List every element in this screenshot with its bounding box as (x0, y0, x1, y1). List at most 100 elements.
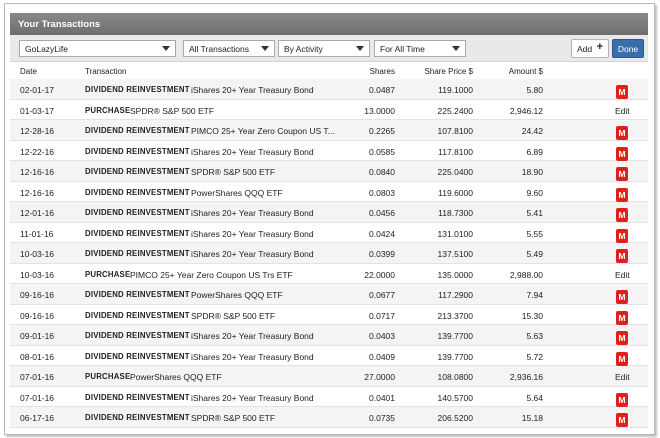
table-row[interactable]: 06-17-16 DIVIDEND REINVESTMENT SPDR® S&P 5… (10, 407, 648, 428)
row-transaction-type: DIVIDEND REINVESTMENT (85, 167, 190, 176)
row-amount: 18.90 (521, 167, 543, 177)
row-amount: 5.64 (526, 392, 543, 403)
row-transaction-type: PURCHASE (85, 372, 131, 381)
table-row[interactable]: 10-03-16 DIVIDEND REINVESTMENT iShares 20+… (10, 243, 648, 264)
transactions-table: Date Transaction Shares Share Price $ Am… (10, 63, 648, 428)
header-share-price: Share Price $ (424, 67, 473, 76)
row-date: 12-28-16 (20, 126, 55, 136)
row-security-name: iShares 20+ Year Treasury Bond (191, 351, 314, 362)
row-shares: 0.0840 (369, 167, 395, 177)
transactions-window: Your Transactions GoLazyLife All Transac… (4, 3, 655, 435)
table-row[interactable]: 02-01-17 DIVIDEND REINVESTMENT iShares 20+… (10, 79, 648, 100)
table-row[interactable]: 07-01-16 PURCHASE PowerShares QQQ ETF 27.00… (10, 366, 648, 387)
row-date: 09-01-16 (20, 331, 55, 341)
row-amount: 5.72 (526, 351, 543, 362)
m-badge-icon[interactable]: M (616, 392, 628, 407)
table-row[interactable]: 12-01-16 DIVIDEND REINVESTMENT iShares 20+… (10, 202, 648, 223)
m-badge-icon[interactable]: M (616, 208, 628, 222)
row-transaction-type: DIVIDEND REINVESTMENT (85, 85, 190, 94)
row-shares: 0.0717 (369, 310, 395, 321)
row-amount: 15.18 (521, 413, 543, 423)
row-shares: 0.2265 (369, 126, 395, 136)
row-date: 10-03-16 (20, 249, 55, 259)
row-security-name: iShares 20+ Year Treasury Bond (191, 228, 314, 239)
m-badge-icon[interactable]: M (616, 413, 628, 427)
row-shares: 0.0401 (369, 392, 395, 403)
row-security-name: iShares 20+ Year Treasury Bond (191, 331, 314, 341)
row-transaction-type: DIVIDEND REINVESTMENT (85, 208, 190, 217)
plus-icon: + (596, 41, 603, 53)
table-row[interactable]: 09-16-16 DIVIDEND REINVESTMENT PowerShares… (10, 284, 648, 305)
table-row[interactable]: 12-28-16 DIVIDEND REINVESTMENT PIMCO 25+ Y… (10, 120, 648, 141)
table-row[interactable]: 01-03-17 PURCHASE SPDR® S&P 500 ETF 13.0000… (10, 100, 648, 120)
header-date: Date (20, 67, 37, 76)
account-select-value: GoLazyLife (25, 44, 68, 54)
row-date: 12-16-16 (20, 187, 55, 198)
table-row[interactable]: 12-22-16 DIVIDEND REINVESTMENT iShares 20+… (10, 141, 648, 161)
table-row[interactable]: 12-16-16 DIVIDEND REINVESTMENT SPDR® S&P 5… (10, 161, 648, 182)
m-badge-icon[interactable]: M (616, 126, 628, 140)
row-transaction-type: DIVIDEND REINVESTMENT (85, 331, 190, 340)
m-badge-icon[interactable]: M (616, 187, 628, 202)
row-share-price: 225.2400 (437, 105, 473, 116)
chevron-down-icon (162, 46, 170, 51)
row-amount: 5.63 (526, 331, 543, 341)
m-badge-icon[interactable]: M (616, 290, 628, 304)
row-amount: 5.41 (526, 208, 543, 218)
row-share-price: 213.3700 (437, 310, 473, 321)
row-amount: 2,946.12 (509, 105, 543, 116)
row-amount: 15.30 (521, 310, 543, 321)
row-security-name: PowerShares QQQ ETF (191, 187, 283, 198)
table-row[interactable]: 10-03-16 PURCHASE PIMCO 25+ Year Zero Coup… (10, 264, 648, 284)
m-badge-icon[interactable]: M (616, 146, 628, 161)
edit-link[interactable]: Edit (615, 270, 630, 280)
row-date: 12-16-16 (20, 167, 55, 177)
table-row[interactable]: 07-01-16 DIVIDEND REINVESTMENT iShares 20+… (10, 387, 648, 407)
m-badge-icon[interactable]: M (616, 228, 628, 243)
row-share-price: 137.5100 (437, 249, 473, 259)
row-share-price: 119.1000 (438, 85, 473, 95)
table-row[interactable]: 09-01-16 DIVIDEND REINVESTMENT iShares 20+… (10, 325, 648, 346)
table-row[interactable]: 09-16-16 DIVIDEND REINVESTMENT SPDR® S&P 5… (10, 305, 648, 325)
add-button[interactable]: Add + (571, 39, 609, 58)
m-badge-icon[interactable]: M (616, 351, 628, 366)
edit-link[interactable]: Edit (615, 372, 630, 382)
transaction-type-select[interactable]: All Transactions (183, 40, 275, 57)
header-transaction: Transaction (85, 67, 127, 76)
table-body: 02-01-17 DIVIDEND REINVESTMENT iShares 20+… (10, 79, 648, 428)
table-row[interactable]: 12-16-16 DIVIDEND REINVESTMENT PowerShares… (10, 182, 648, 202)
m-badge-icon[interactable]: M (616, 85, 628, 99)
table-row[interactable]: 11-01-16 DIVIDEND REINVESTMENT iShares 20+… (10, 223, 648, 243)
row-amount: 6.89 (526, 146, 543, 157)
row-share-price: 139.7700 (437, 331, 473, 341)
row-security-name: SPDR® S&P 500 ETF (191, 310, 276, 321)
chevron-down-icon (452, 46, 460, 51)
group-by-value: By Activity (284, 44, 323, 54)
row-shares: 0.0803 (369, 187, 395, 198)
filter-toolbar: GoLazyLife All Transactions By Activity … (10, 35, 648, 62)
edit-link[interactable]: Edit (615, 106, 630, 116)
row-security-name: PIMCO 25+ Year Zero Coupon US Trs ETF (130, 269, 293, 280)
group-by-select[interactable]: By Activity (278, 40, 370, 57)
row-transaction-type: DIVIDEND REINVESTMENT (85, 228, 190, 238)
row-share-price: 117.8100 (438, 146, 473, 157)
row-date: 08-01-16 (20, 351, 55, 362)
row-shares: 13.0000 (364, 105, 395, 116)
row-amount: 24.42 (521, 126, 543, 136)
m-badge-icon[interactable]: M (616, 167, 628, 181)
row-shares: 27.0000 (364, 372, 395, 382)
m-badge-icon[interactable]: M (616, 249, 628, 263)
add-button-label: Add (577, 44, 593, 54)
done-button[interactable]: Done (612, 39, 644, 58)
m-badge-icon[interactable]: M (616, 310, 628, 325)
chevron-down-icon (356, 46, 364, 51)
account-select[interactable]: GoLazyLife (19, 40, 176, 57)
period-select[interactable]: For All Time (374, 40, 466, 57)
row-shares: 0.0424 (369, 228, 395, 239)
row-security-name: PowerShares QQQ ETF (191, 290, 283, 300)
m-badge-icon[interactable]: M (616, 331, 628, 345)
row-security-name: iShares 20+ Year Treasury Bond (191, 208, 314, 218)
row-transaction-type: DIVIDEND REINVESTMENT (85, 187, 190, 197)
table-row[interactable]: 08-01-16 DIVIDEND REINVESTMENT iShares 20+… (10, 346, 648, 366)
row-transaction-type: DIVIDEND REINVESTMENT (85, 146, 190, 156)
